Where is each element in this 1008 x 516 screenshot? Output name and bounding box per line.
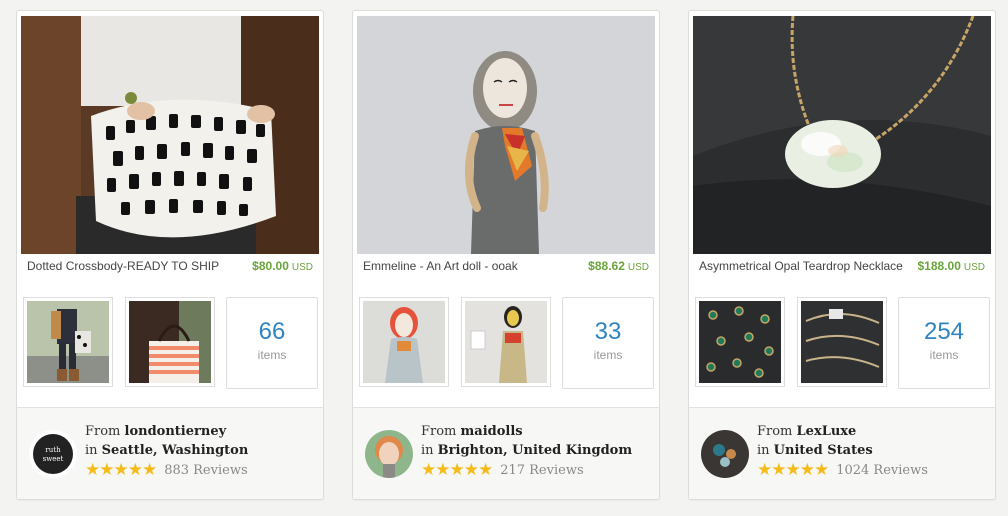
shop-location: United States bbox=[773, 443, 873, 458]
listing-title[interactable]: Dotted Crossbody-READY TO SHIP bbox=[27, 259, 219, 273]
shop-details: From maidolls in Brighton, United Kingdo… bbox=[421, 422, 653, 480]
listing-title[interactable]: Asymmetrical Opal Teardrop Necklace bbox=[699, 259, 903, 273]
price-currency: USD bbox=[291, 262, 313, 273]
reviews-count[interactable]: 217 Reviews bbox=[500, 461, 583, 480]
from-label: From bbox=[757, 424, 793, 439]
from-label: From bbox=[85, 424, 121, 439]
shop-items-count[interactable]: 66 items bbox=[226, 297, 318, 389]
listing-image[interactable] bbox=[21, 16, 319, 254]
shop-info: From LexLuxe in United States ★★★★★ 1024… bbox=[689, 407, 995, 499]
listing-price: $80.00 USD bbox=[252, 259, 313, 273]
listing-image[interactable] bbox=[693, 16, 991, 254]
reviews-count[interactable]: 883 Reviews bbox=[164, 461, 247, 480]
shop-details: From londontierney in Seattle, Washingto… bbox=[85, 422, 317, 480]
star-rating-icon: ★★★★★ bbox=[85, 460, 157, 480]
thumbnail[interactable] bbox=[359, 297, 449, 387]
items-count: 254 bbox=[923, 318, 965, 345]
items-label: items bbox=[257, 348, 287, 362]
in-label: in bbox=[757, 443, 770, 458]
shop-info: From maidolls in Brighton, United Kingdo… bbox=[353, 407, 659, 499]
items-count: 33 bbox=[594, 318, 622, 345]
items-count: 66 bbox=[258, 318, 286, 345]
price-currency: USD bbox=[963, 262, 985, 273]
listing-price: $88.62 USD bbox=[588, 259, 649, 273]
shop-thumbnails: 254 items bbox=[695, 297, 991, 389]
svg-text:sweet: sweet bbox=[43, 455, 64, 463]
shop-avatar[interactable] bbox=[701, 430, 749, 478]
price-currency: USD bbox=[627, 262, 649, 273]
price-value: $188.00 bbox=[917, 259, 961, 273]
shop-thumbnails: 66 items bbox=[23, 297, 319, 389]
shop-avatar[interactable]: ruth sweet bbox=[29, 430, 77, 478]
thumbnail[interactable] bbox=[461, 297, 551, 387]
listing-title-row: Dotted Crossbody-READY TO SHIP $80.00 USD bbox=[27, 259, 313, 277]
listing-image[interactable] bbox=[357, 16, 655, 254]
shop-items-count[interactable]: 254 items bbox=[898, 297, 990, 389]
star-rating-icon: ★★★★★ bbox=[757, 460, 829, 480]
thumbnail[interactable] bbox=[125, 297, 215, 387]
listing-card: Asymmetrical Opal Teardrop Necklace $188… bbox=[688, 10, 996, 500]
shop-name[interactable]: maidolls bbox=[461, 424, 523, 439]
svg-text:ruth: ruth bbox=[45, 446, 61, 454]
thumbnail[interactable] bbox=[797, 297, 887, 387]
listing-card: Dotted Crossbody-READY TO SHIP $80.00 USD bbox=[16, 10, 324, 500]
shop-info: ruth sweet From londontierney in Seattle… bbox=[17, 407, 323, 499]
shop-location: Seattle, Washington bbox=[101, 443, 249, 458]
thumbnail[interactable] bbox=[23, 297, 113, 387]
shop-name[interactable]: LexLuxe bbox=[797, 424, 857, 439]
items-label: items bbox=[593, 348, 623, 362]
listing-title[interactable]: Emmeline - An Art doll - ooak bbox=[363, 259, 518, 273]
shop-items-count[interactable]: 33 items bbox=[562, 297, 654, 389]
listing-price: $188.00 USD bbox=[917, 259, 985, 273]
shop-location: Brighton, United Kingdom bbox=[437, 443, 633, 458]
items-label: items bbox=[929, 348, 959, 362]
listing-card: Emmeline - An Art doll - ooak $88.62USD bbox=[352, 10, 660, 500]
shop-thumbnails: 33 items bbox=[359, 297, 655, 389]
listing-title-row: Asymmetrical Opal Teardrop Necklace $188… bbox=[699, 259, 985, 277]
thumbnail[interactable] bbox=[695, 297, 785, 387]
shop-avatar[interactable] bbox=[365, 430, 413, 478]
star-rating-icon: ★★★★★ bbox=[421, 460, 493, 480]
from-label: From bbox=[421, 424, 457, 439]
in-label: in bbox=[85, 443, 98, 458]
in-label: in bbox=[421, 443, 434, 458]
reviews-count[interactable]: 1024 Reviews bbox=[836, 461, 928, 480]
shop-details: From LexLuxe in United States ★★★★★ 1024… bbox=[757, 422, 989, 480]
price-value: $80.00 bbox=[252, 259, 289, 273]
price-value: $88.62 bbox=[588, 259, 625, 273]
shop-name[interactable]: londontierney bbox=[125, 424, 227, 439]
listing-title-row: Emmeline - An Art doll - ooak $88.62 USD bbox=[363, 259, 649, 277]
